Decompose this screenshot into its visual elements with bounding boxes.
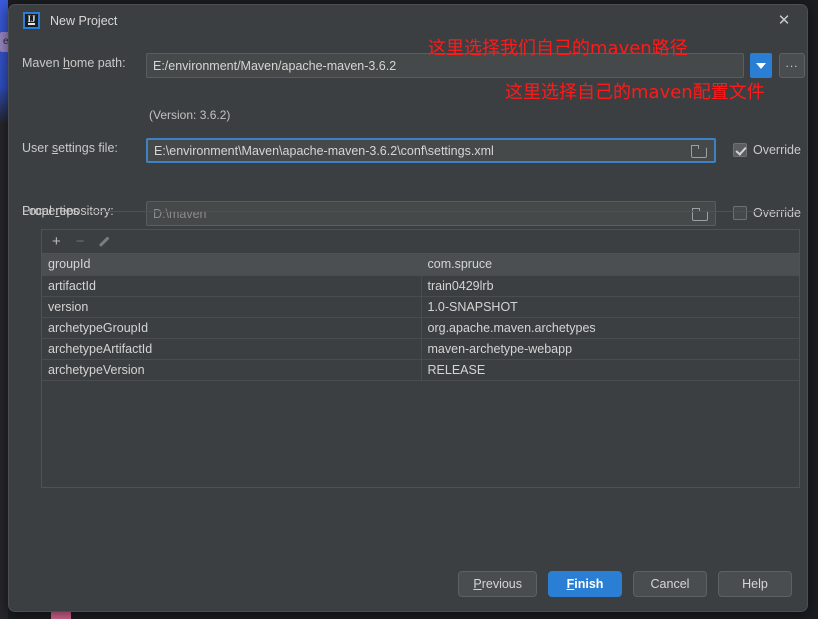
property-key: archetypeVersion <box>42 359 422 381</box>
properties-divider <box>87 210 796 212</box>
properties-table: groupId com.spruce artifactId train0429l… <box>42 254 799 381</box>
user-settings-file-value: E:\environment\Maven\apache-maven-3.6.2\… <box>154 143 494 158</box>
ellipsis-icon: ... <box>785 55 799 70</box>
property-key: archetypeGroupId <box>42 317 422 339</box>
properties-table-body: groupId com.spruce artifactId train0429l… <box>42 254 799 381</box>
background-ide-strip <box>0 0 8 619</box>
remove-property-button[interactable]: − <box>76 234 85 249</box>
add-property-button[interactable]: + <box>52 234 61 249</box>
property-value: maven-archetype-webapp <box>421 338 799 360</box>
maven-settings-form: Maven home path: E:/environment/Maven/ap… <box>9 36 807 488</box>
chevron-down-icon <box>756 62 766 69</box>
properties-caption: Properties <box>22 204 79 218</box>
properties-section-header: Properties <box>22 204 796 218</box>
properties-toolbar: + − <box>42 230 799 254</box>
table-row[interactable]: archetypeGroupId org.apache.maven.archet… <box>42 317 799 339</box>
user-settings-file-field[interactable]: E:\environment\Maven\apache-maven-3.6.2\… <box>146 138 716 163</box>
table-row[interactable]: archetypeArtifactId maven-archetype-weba… <box>42 338 799 360</box>
folder-icon[interactable] <box>691 144 707 158</box>
maven-home-path-label: Maven home path: <box>22 56 126 70</box>
dialog-title: New Project <box>50 13 118 28</box>
maven-home-path-value: E:/environment/Maven/apache-maven-3.6.2 <box>153 58 397 73</box>
property-value: RELEASE <box>421 359 799 381</box>
properties-table-panel: + − groupId com.spruce artifactId train0… <box>41 229 800 488</box>
property-key: groupId <box>42 254 422 276</box>
intellij-logo-icon: IJ <box>23 12 40 29</box>
intellij-logo-text: IJ <box>27 14 36 24</box>
user-settings-override-checkbox[interactable] <box>733 143 747 157</box>
table-row[interactable]: archetypeVersion RELEASE <box>42 359 799 381</box>
new-project-dialog: IJ New Project ✕ Maven home path: E:/env… <box>8 4 808 612</box>
property-key: artifactId <box>42 275 422 297</box>
finish-button[interactable]: Finish <box>548 571 622 597</box>
maven-home-path-browse-button[interactable]: ... <box>779 53 805 78</box>
table-row[interactable]: artifactId train0429lrb <box>42 275 799 297</box>
user-settings-file-row: User settings file: E:\environment\Maven… <box>9 135 807 163</box>
user-settings-override-toggle[interactable]: Override <box>733 143 801 157</box>
maven-version-note: (Version: 3.6.2) <box>149 108 231 122</box>
property-value: train0429lrb <box>421 275 799 297</box>
cancel-button[interactable]: Cancel <box>633 571 707 597</box>
close-icon[interactable]: ✕ <box>761 5 807 36</box>
maven-home-path-row: Maven home path: E:/environment/Maven/ap… <box>9 50 807 78</box>
pencil-icon[interactable] <box>100 235 113 248</box>
table-row[interactable]: groupId com.spruce <box>42 254 799 276</box>
maven-home-path-field[interactable]: E:/environment/Maven/apache-maven-3.6.2 <box>146 53 744 78</box>
property-key: version <box>42 296 422 318</box>
property-value: 1.0-SNAPSHOT <box>421 296 799 318</box>
property-value: org.apache.maven.archetypes <box>421 317 799 339</box>
property-key: archetypeArtifactId <box>42 338 422 360</box>
user-settings-file-label: User settings file: <box>22 141 118 155</box>
user-settings-override-label: Override <box>753 143 801 157</box>
table-row[interactable]: version 1.0-SNAPSHOT <box>42 296 799 318</box>
help-button[interactable]: Help <box>718 571 792 597</box>
screen: et IJ New Project ✕ Maven home path: E:/… <box>0 0 818 619</box>
maven-home-path-dropdown-button[interactable] <box>750 53 772 78</box>
previous-button[interactable]: Previous <box>458 571 537 597</box>
dialog-footer: Previous Finish Cancel Help <box>9 571 807 597</box>
dialog-titlebar: IJ New Project ✕ <box>9 5 807 36</box>
property-value: com.spruce <box>421 254 799 276</box>
